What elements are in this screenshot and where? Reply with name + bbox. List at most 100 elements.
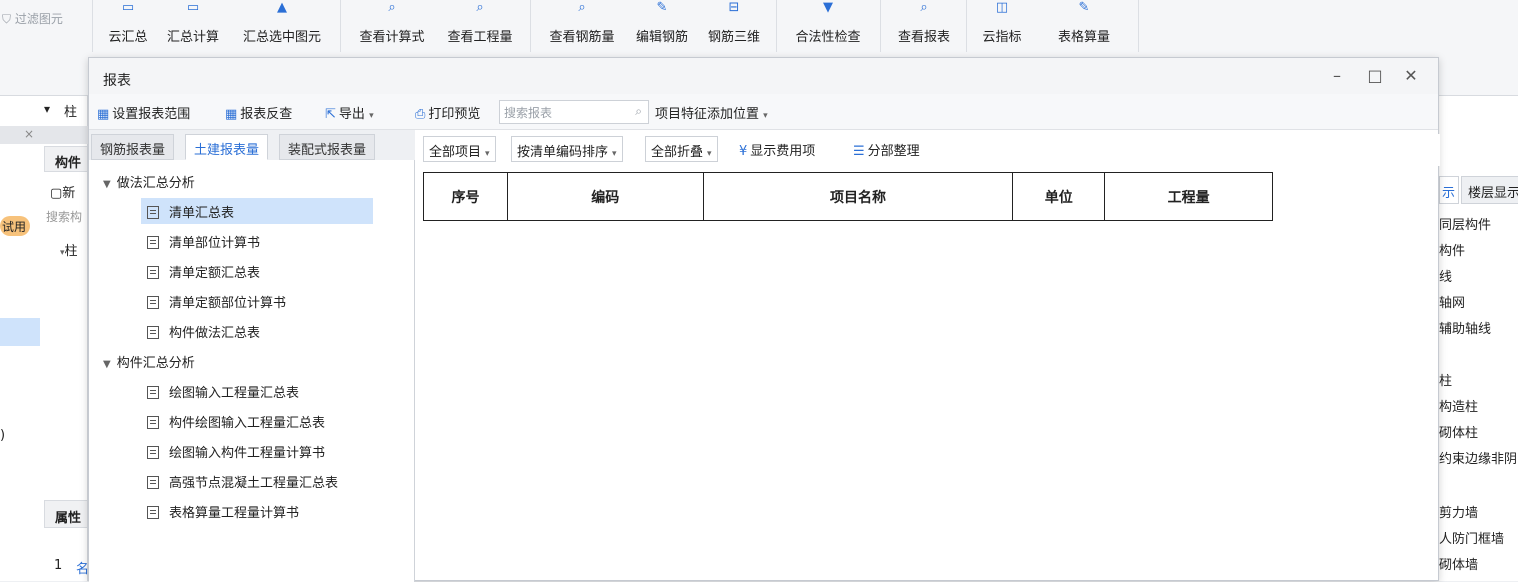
layer-item[interactable]: 柱 (1439, 370, 1452, 389)
dialog-title-bar: 报表 – □ ✕ (89, 58, 1438, 94)
new-component-button[interactable]: ▢新 (50, 182, 75, 201)
floor-dropdown-arrow[interactable]: ▾ (44, 102, 50, 116)
tree-item[interactable]: 绘图输入工程量汇总表 (147, 382, 299, 401)
feature-position-dropdown[interactable]: 项目特征添加位置 ▾ (655, 103, 768, 122)
tab-civil-report[interactable]: 土建报表量 (185, 134, 269, 160)
layer-item[interactable]: 轴网 (1439, 292, 1465, 311)
selected-row[interactable] (0, 318, 40, 346)
layer-item[interactable]: 构造柱 (1439, 396, 1478, 415)
minimize-button[interactable]: – (1327, 66, 1347, 86)
tree-group-method[interactable]: ▼ 做法汇总分析 (103, 172, 195, 191)
component-header: 构件 (44, 146, 88, 172)
tree-item[interactable]: 清单部位计算书 (147, 232, 260, 251)
set-range-button[interactable]: ▦ 设置报表范围 (97, 103, 190, 122)
chevron-down-icon: ▾ (763, 111, 768, 121)
col-unit: 单位 (1012, 172, 1106, 221)
divider (966, 0, 967, 52)
view-rebar-icon: ⌕ (578, 0, 586, 15)
report-tabs: 钢筋报表量 土建报表量 装配式报表量 (89, 130, 415, 160)
tab-display[interactable]: 示 (1439, 176, 1459, 204)
property-header: 属性 (44, 500, 88, 528)
layer-item[interactable]: 同层构件 (1439, 214, 1491, 233)
rebar-3d-icon: ⊟ (728, 0, 740, 15)
cloud-index-icon: ◫ (995, 0, 1009, 15)
layer-item[interactable]: 辅助轴线 (1439, 318, 1491, 337)
table-header-row: 序号 编码 项目名称 单位 工程量 (423, 172, 1273, 221)
reverse-check-button[interactable]: ▦ 报表反查 (225, 103, 292, 122)
component-type-dropdown[interactable]: 柱 (64, 101, 77, 120)
report-icon (147, 446, 159, 459)
layer-item[interactable]: 砌体墙 (1439, 554, 1478, 573)
tree-item[interactable]: 表格算量工程量计算书 (147, 502, 299, 521)
tree-item[interactable]: 绘图输入构件工程量计算书 (147, 442, 325, 461)
tab-rebar-report[interactable]: 钢筋报表量 (91, 134, 175, 160)
report-icon (147, 296, 159, 309)
close-button[interactable]: ✕ (1401, 66, 1421, 86)
dialog-title: 报表 (103, 73, 131, 89)
tree-group-component[interactable]: ▼ 构件汇总分析 (103, 352, 195, 371)
view-quantity-icon: ⌕ (476, 0, 484, 15)
fold-dropdown[interactable]: 全部折叠 ▾ (645, 136, 718, 162)
tab-prefab-report[interactable]: 装配式报表量 (279, 134, 376, 160)
tree-item[interactable]: 构件绘图输入工程量汇总表 (147, 412, 325, 431)
divider (530, 0, 531, 52)
col-quantity: 工程量 (1104, 172, 1273, 221)
divider (340, 0, 341, 52)
range-icon: ▦ (97, 107, 110, 122)
organize-button[interactable]: ☰ 分部整理 (853, 140, 920, 159)
layer-item[interactable]: 约束边缘非阴 (1439, 448, 1517, 467)
tree-item[interactable]: 构件做法汇总表 (147, 322, 260, 341)
list-icon: ☰ (853, 144, 865, 159)
summary-calc-icon: ▭ (186, 0, 200, 15)
report-icon (147, 326, 159, 339)
tree-item-column[interactable]: ▾柱 (60, 240, 78, 259)
export-button[interactable]: ⇱ 导出 ▾ (325, 103, 374, 122)
layer-item[interactable]: 砌体柱 (1439, 422, 1478, 441)
table-quantity-icon: ✎ (1078, 0, 1090, 15)
check-icon: ▼ (823, 0, 833, 15)
trial-badge: 试用 (0, 216, 30, 236)
all-items-dropdown[interactable]: 全部项目 ▾ (423, 136, 496, 162)
col-seq: 序号 (423, 172, 508, 221)
tab-floor-display[interactable]: 楼层显示 (1461, 176, 1518, 204)
maximize-button[interactable]: □ (1365, 66, 1385, 86)
report-icon (147, 206, 159, 219)
layer-item[interactable]: 线 (1439, 266, 1452, 285)
component-panel: ▾ 柱 × 构件 ▢新 搜索构 试用 ▾柱 ) 属性 1 名 (0, 96, 89, 581)
sort-dropdown[interactable]: 按清单编码排序 ▾ (511, 136, 623, 162)
layer-item[interactable]: 人防门框墙 (1439, 528, 1504, 547)
chevron-down-icon: ▾ (707, 149, 712, 159)
reverse-check-icon: ▦ (225, 107, 238, 122)
report-icon (147, 506, 159, 519)
edit-rebar-icon: ✎ (656, 0, 668, 15)
search-icon: ⌕ (635, 104, 642, 118)
report-table: 序号 编码 项目名称 单位 工程量 (423, 172, 1273, 221)
tree-item-bill-summary[interactable]: 清单汇总表 (141, 198, 373, 224)
summary-selected-icon: ▲ (277, 0, 287, 15)
report-search-input[interactable]: 搜索报表 ⌕ (499, 100, 649, 124)
report-icon (147, 236, 159, 249)
new-file-icon: ▢ (50, 186, 63, 201)
print-preview-button[interactable]: ⎙ 打印预览 (415, 103, 480, 122)
divider (880, 0, 881, 52)
report-icon (147, 266, 159, 279)
tree-item[interactable]: 清单定额部位计算书 (147, 292, 286, 311)
report-filter-bar: 全部项目 ▾ 按清单编码排序 ▾ 全部折叠 ▾ ¥ 显示费用项 ☰ 分部整理 (423, 134, 1440, 166)
divider (92, 0, 93, 52)
collapse-icon: ▼ (103, 179, 111, 190)
layer-item[interactable]: 构件 (1439, 240, 1465, 259)
tree-item[interactable]: 高强节点混凝土工程量汇总表 (147, 472, 338, 491)
component-search-input[interactable]: 搜索构 (46, 208, 82, 225)
property-row-number: 1 (54, 558, 63, 573)
dialog-toolbar: ▦ 设置报表范围 ▦ 报表反查 ⇱ 导出 ▾ ⎙ 打印预览 搜索报表 ⌕ 项目特征添加位… (89, 94, 1438, 130)
filter-icon: ⛉ (2, 12, 12, 26)
layer-item[interactable]: 剪力墙 (1439, 502, 1478, 521)
close-icon[interactable]: × (24, 127, 34, 141)
print-icon: ⎙ (415, 107, 426, 122)
tree-item[interactable]: 清单定额汇总表 (147, 262, 260, 281)
show-fee-button[interactable]: ¥ 显示费用项 (739, 140, 815, 159)
filter-elements-button[interactable]: ⛉ 过滤图元 (2, 10, 63, 27)
report-icon (147, 416, 159, 429)
display-settings-panel: 示 楼层显示 同层构件 构件 线 轴网 辅助轴线 柱 构造柱 砌体柱 约束边缘非… (1438, 96, 1518, 581)
yen-icon: ¥ (739, 144, 748, 159)
